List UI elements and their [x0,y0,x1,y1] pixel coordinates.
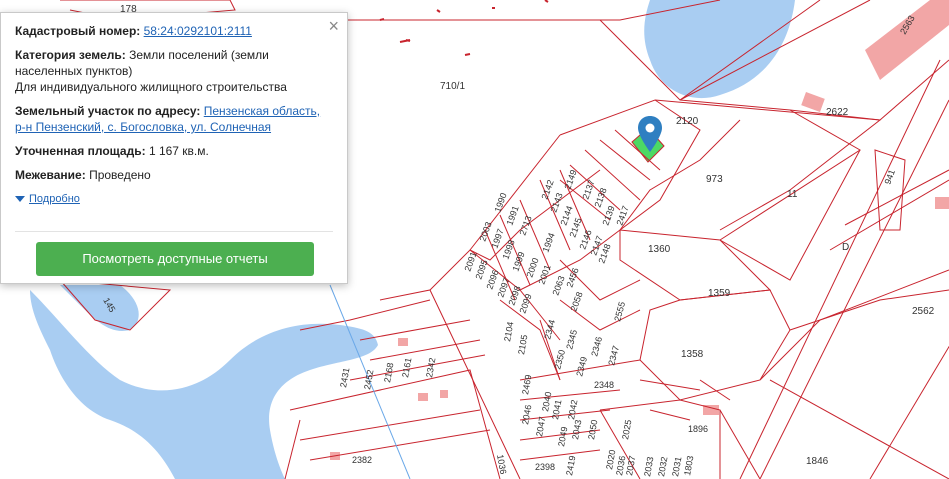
label-1846: 1846 [806,456,829,467]
label-2348: 2348 [594,380,614,390]
label-1358: 1358 [681,349,704,360]
parcel-info-popup: × Кадастровый номер: 58:24:0292101:2111 … [0,12,348,284]
address-row: Земельный участок по адресу: Пензенская … [15,103,333,135]
close-icon[interactable]: × [328,17,339,35]
label-1359: 1359 [708,288,731,299]
view-reports-button[interactable]: Посмотреть доступные отчеты [36,242,314,276]
label-2622: 2622 [826,107,849,118]
category-row: Категория земель: Земли поселений (земли… [15,47,333,95]
survey-row: Межевание: Проведено [15,167,333,183]
category-label: Категория земель: [15,48,126,62]
building-b [440,390,448,398]
area-row: Уточненная площадь: 1 167 кв.м. [15,143,333,159]
cadastral-number-link[interactable]: 58:24:0292101:2111 [144,24,252,38]
area-value: 1 167 кв.м. [148,144,209,158]
cadastral-row: Кадастровый номер: 58:24:0292101:2111 [15,23,333,39]
building-small-1 [935,197,949,209]
label-710: 710/1 [440,81,465,92]
label-11: 11 [787,189,798,200]
permitted-use-value: Для индивидуального жилищного строительс… [15,80,287,94]
details-link[interactable]: Подробно [29,191,80,207]
label-1896: 1896 [688,424,708,434]
location-pin-icon[interactable] [638,116,662,152]
cadastral-label: Кадастровый номер: [15,24,141,38]
label-2562: 2562 [912,306,935,317]
address-label: Земельный участок по адресу: [15,104,201,118]
label-2382: 2382 [352,455,372,465]
label-1360: 1360 [648,244,671,255]
label-2398: 2398 [535,462,555,472]
label-2120: 2120 [676,116,699,127]
survey-value: Проведено [89,168,151,182]
building-a [418,393,428,401]
area-label: Уточненная площадь: [15,144,146,158]
building-c [398,338,408,346]
chevron-down-icon [15,196,25,202]
label-D: D [842,242,849,253]
popup-divider [15,231,333,232]
survey-label: Межевание: [15,168,86,182]
details-toggle[interactable]: Подробно [15,191,333,207]
label-973: 973 [706,174,723,185]
